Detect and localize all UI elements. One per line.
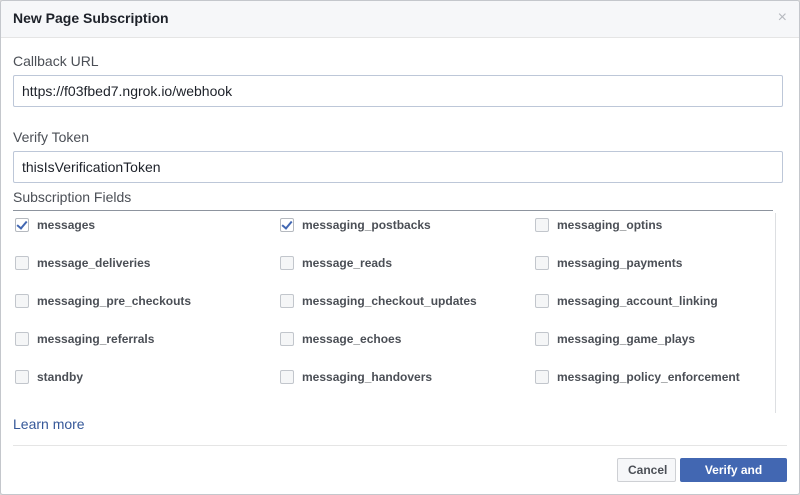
checkbox-label: messaging_policy_enforcement	[557, 370, 740, 384]
checkbox-label: message_deliveries	[37, 256, 151, 270]
checkbox-box[interactable]	[535, 256, 549, 270]
dialog-header: New Page Subscription ×	[1, 1, 799, 38]
checkbox-messaging-checkout-updates[interactable]: messaging_checkout_updates	[280, 293, 477, 309]
checkbox-box[interactable]	[280, 332, 294, 346]
checkbox-messaging-handovers[interactable]: messaging_handovers	[280, 369, 432, 385]
checkbox-box[interactable]	[535, 332, 549, 346]
checkbox-label: messaging_pre_checkouts	[37, 294, 192, 308]
checkbox-messaging-referrals[interactable]: messaging_referrals	[15, 331, 154, 347]
checkbox-label: messages	[37, 218, 96, 232]
checkbox-messaging-optins[interactable]: messaging_optins	[535, 217, 662, 233]
verify-and-save-button[interactable]: Verify and Save	[680, 458, 787, 494]
checkbox-box[interactable]	[280, 294, 294, 308]
checkbox-box[interactable]	[15, 218, 29, 232]
checkbox-box[interactable]	[280, 218, 294, 232]
cancel-button[interactable]: Cancel	[617, 458, 676, 482]
checkbox-label: message_reads	[302, 256, 393, 270]
checkbox-box[interactable]	[280, 370, 294, 384]
checkbox-message-deliveries[interactable]: message_deliveries	[15, 255, 150, 271]
checkbox-box[interactable]	[15, 370, 29, 384]
new-page-subscription-dialog: New Page Subscription × Callback URL Ver…	[0, 0, 800, 495]
checkbox-label: messaging_checkout_updates	[302, 294, 477, 308]
checkbox-label: messaging_referrals	[37, 332, 155, 346]
checkbox-message-echoes[interactable]: message_echoes	[280, 331, 401, 347]
checkbox-label: messaging_account_linking	[557, 294, 718, 308]
checkbox-label: standby	[37, 370, 84, 384]
learn-more-link[interactable]: Learn more	[13, 416, 85, 432]
checkbox-box[interactable]	[535, 370, 549, 384]
checkbox-label: messaging_handovers	[302, 370, 433, 384]
checkbox-messages[interactable]: messages	[15, 217, 95, 233]
checkbox-box[interactable]	[15, 332, 29, 346]
checkbox-box[interactable]	[535, 218, 549, 232]
checkbox-box[interactable]	[15, 256, 29, 270]
verify-token-label: Verify Token	[13, 129, 90, 145]
dialog-title: New Page Subscription	[13, 10, 169, 26]
checkbox-box[interactable]	[280, 256, 294, 270]
checkbox-messaging-game-plays[interactable]: messaging_game_plays	[535, 331, 695, 347]
verify-token-input[interactable]	[13, 151, 783, 183]
checkbox-box[interactable]	[535, 294, 549, 308]
callback-url-label: Callback URL	[13, 53, 99, 69]
checkbox-messaging-pre-checkouts[interactable]: messaging_pre_checkouts	[15, 293, 191, 309]
footer-divider	[13, 445, 787, 446]
checkbox-label: messaging_payments	[557, 256, 683, 270]
checkbox-messaging-payments[interactable]: messaging_payments	[535, 255, 682, 271]
fields-scrollbar[interactable]	[775, 213, 776, 413]
subscription-fields-label: Subscription Fields	[13, 189, 132, 205]
checkbox-message-reads[interactable]: message_reads	[280, 255, 392, 271]
close-icon[interactable]: ×	[778, 9, 787, 27]
subscription-fields-list: messages messaging_postbacks messaging_o…	[13, 211, 775, 415]
checkbox-box[interactable]	[15, 294, 29, 308]
checkbox-messaging-postbacks[interactable]: messaging_postbacks	[280, 217, 431, 233]
callback-url-input[interactable]	[13, 75, 783, 107]
checkbox-label: messaging_game_plays	[557, 332, 696, 346]
checkbox-messaging-policy-enforcement[interactable]: messaging_policy_enforcement	[535, 369, 740, 385]
checkbox-standby[interactable]: standby	[15, 369, 83, 385]
checkbox-label: message_echoes	[302, 332, 402, 346]
checkbox-label: messaging_postbacks	[302, 218, 431, 232]
checkbox-messaging-account-linking[interactable]: messaging_account_linking	[535, 293, 718, 309]
checkbox-label: messaging_optins	[557, 218, 663, 232]
